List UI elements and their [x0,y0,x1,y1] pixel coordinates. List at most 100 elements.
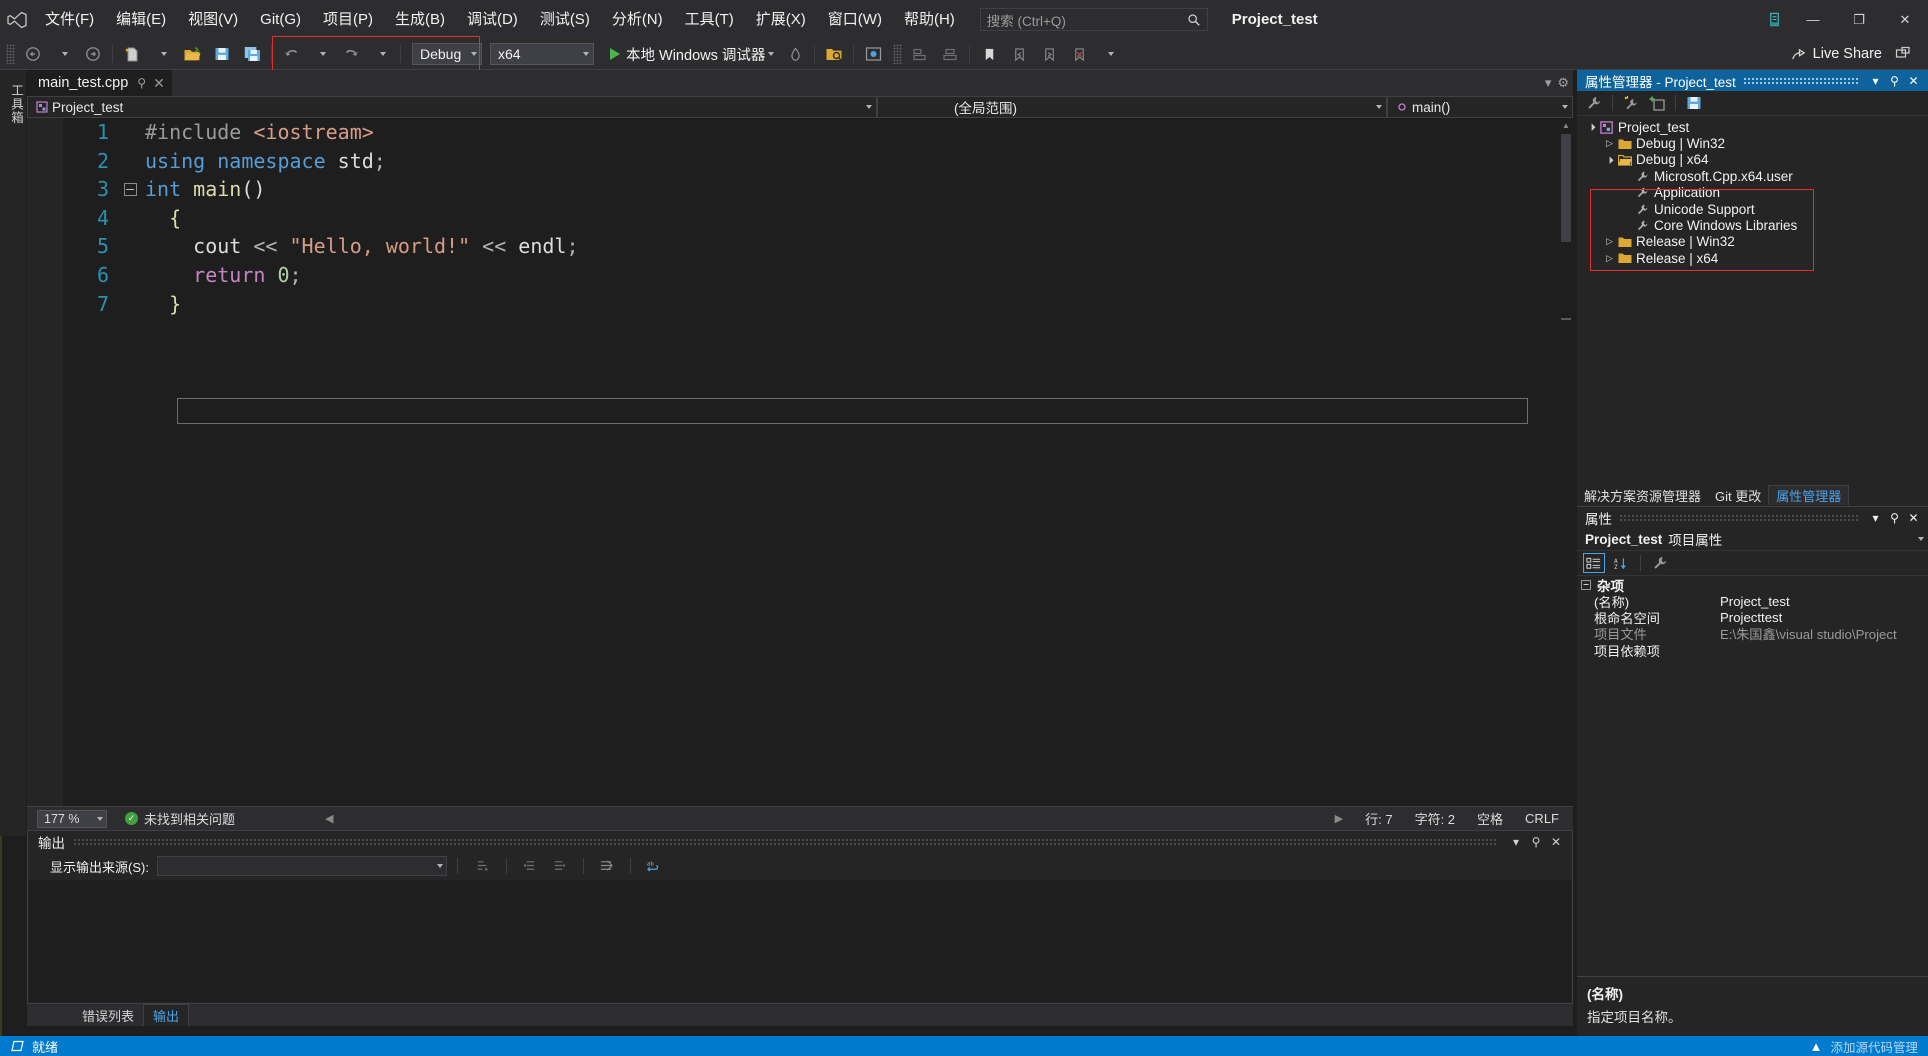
previous-bookmark-icon[interactable] [1004,42,1034,66]
chevron-collapsed-icon[interactable]: ▷ [1603,253,1616,264]
chevron-collapsed-icon[interactable]: ▷ [1603,138,1616,149]
chevron-expanded-icon[interactable]: ◢ [1602,153,1617,168]
menu-item-analyze[interactable]: 分析(N) [601,6,674,34]
properties-close-icon[interactable]: ✕ [1904,511,1923,525]
property-row[interactable]: 项目文件 E:\朱国鑫\visual studio\Project [1577,626,1928,642]
maximize-button[interactable]: ❐ [1836,0,1882,39]
code-line[interactable]: 6 return 0; [27,261,579,290]
menu-item-git[interactable]: Git(G) [249,6,312,34]
solution-platform-combo[interactable]: x64 [490,43,594,65]
menu-item-extensions[interactable]: 扩展(X) [745,6,817,34]
collapse-minus-icon[interactable]: – [123,182,137,196]
output-source-combo[interactable] [156,856,447,876]
tree-item[interactable]: ◢ Project_test [1577,119,1928,135]
close-button[interactable]: ✕ [1882,0,1928,39]
feedback-icon[interactable] [1758,0,1790,39]
live-share-button[interactable]: Live Share [1785,42,1888,66]
notification-icon[interactable] [1888,42,1918,66]
property-value[interactable]: E:\朱国鑫\visual studio\Project [1715,624,1928,643]
output-dropdown-icon[interactable]: ▾ [1506,835,1526,849]
code-line[interactable]: 7 } [27,290,579,319]
indentation-indicator[interactable]: 空格 [1477,809,1503,828]
previous-message-icon[interactable] [515,854,545,878]
code-line[interactable]: 2 using namespace std; [27,147,579,176]
menu-item-help[interactable]: 帮助(H) [893,6,966,34]
scroll-up-icon[interactable]: ▲ [1559,118,1573,132]
tree-item[interactable]: ▷ Release | x64 [1577,250,1928,266]
toggle-word-wrap-icon[interactable]: ab [639,854,669,878]
property-row[interactable]: (名称) Project_test [1577,593,1928,610]
toolbar-grip[interactable] [6,44,15,64]
wrench-icon[interactable] [1582,92,1606,114]
property-value[interactable]: Projecttest [1715,610,1928,625]
tab-git-changes[interactable]: Git 更改 [1708,486,1768,505]
tab-list-dropdown-icon[interactable]: ▾ [1545,75,1552,91]
editor-vertical-scrollbar[interactable]: ▲ ▼ [1559,118,1573,816]
property-value[interactable]: Project_test [1715,594,1928,609]
property-manager-dropdown-icon[interactable]: ▾ [1866,74,1885,88]
alphabetical-view-icon[interactable]: A Z [1609,552,1633,574]
code-editor[interactable]: 1 #include <iostream> 2 using namespace std… [27,118,1573,816]
tab-output[interactable]: 输出 [143,1004,190,1026]
output-close-icon[interactable]: ✕ [1546,835,1566,849]
output-pin-icon[interactable]: ⚲ [1526,835,1546,849]
chevron-collapsed-icon[interactable]: ▷ [1603,236,1616,247]
tree-item[interactable]: ▷ Release | Win32 [1577,234,1928,250]
scrollbar-thumb[interactable] [1561,134,1571,242]
source-control-up-icon[interactable]: ▲ [1810,1039,1823,1054]
tree-item[interactable]: ◢ Debug | x64 [1577,152,1928,168]
clear-all-icon[interactable] [592,854,622,878]
problems-next-icon[interactable]: ▶ [1335,812,1343,825]
navbar-scope-combo[interactable]: (全局范围) [877,96,1387,118]
menu-item-file[interactable]: 文件(F) [34,6,105,34]
undo-icon[interactable] [276,42,306,66]
drag-dots[interactable] [73,838,1498,846]
save-all-icon[interactable] [237,42,267,66]
add-new-property-sheet-icon[interactable] [1645,92,1669,114]
pin-icon[interactable]: ⚲ [137,76,146,90]
properties-pin-icon[interactable]: ⚲ [1885,511,1904,525]
add-existing-property-sheet-icon[interactable] [1619,92,1643,114]
properties-dropdown-icon[interactable]: ▾ [1866,511,1885,525]
property-manager-tree[interactable]: ◢ Project_test ▷ Debug | Win32 ◢ Debug | x64 M… [1577,116,1928,267]
tree-item[interactable]: Unicode Support [1577,201,1928,217]
undo-dropdown[interactable] [306,42,336,66]
code-line[interactable]: 4 { [27,204,579,233]
navigate-forward-icon[interactable] [78,42,108,66]
menu-item-test[interactable]: 测试(S) [529,6,601,34]
categorized-view-icon[interactable] [1582,552,1606,574]
zoom-level-combo[interactable]: 177 % [37,809,107,828]
open-folder-icon[interactable] [177,42,207,66]
properties-grid[interactable]: – 杂项 (名称) Project_test 根命名空间 Projecttest 项目文件 E… [1577,576,1928,659]
chevron-expanded-icon[interactable]: ◢ [1584,120,1599,135]
new-item-dropdown[interactable] [147,42,177,66]
save-icon[interactable] [207,42,237,66]
menu-item-project[interactable]: 项目(P) [312,6,384,34]
document-tab-main-test-cpp[interactable]: main_test.cpp ⚲ ✕ [27,69,172,96]
menu-item-tools[interactable]: 工具(T) [674,6,745,34]
redo-icon[interactable] [336,42,366,66]
drag-dots[interactable] [1742,76,1859,85]
property-manager-pin-icon[interactable]: ⚲ [1885,74,1904,88]
start-debugging-button[interactable]: 本地 Windows 调试器 [604,42,780,66]
toolbox-tab[interactable]: 工具箱 [2,78,28,131]
next-message-icon[interactable] [545,854,575,878]
code-line[interactable]: 1 #include <iostream> [27,118,579,147]
drag-dots[interactable] [1619,513,1859,522]
menu-item-build[interactable]: 生成(B) [384,6,456,34]
solution-explorer-search-icon[interactable] [819,42,849,66]
next-bookmark-icon[interactable] [1034,42,1064,66]
navbar-project-combo[interactable]: Project_test [27,96,877,118]
problems-indicator[interactable]: ✓ 未找到相关问题 [125,809,235,828]
align-lefts-icon[interactable] [905,42,935,66]
search-input[interactable]: 搜索 (Ctrl+Q) [979,8,1208,31]
new-item-icon[interactable] [117,42,147,66]
menu-item-edit[interactable]: 编辑(E) [105,6,177,34]
source-control-label[interactable]: 添加源代码管理 [1830,1037,1918,1056]
close-icon[interactable]: ✕ [153,75,165,92]
tab-error-list[interactable]: 错误列表 [73,1005,143,1026]
menu-item-debug[interactable]: 调试(D) [456,6,529,34]
toolbar-overflow-icon[interactable] [1094,42,1124,66]
properties-object-combo[interactable]: Project_test 项目属性 [1577,528,1928,551]
tree-item[interactable]: Core Windows Libraries [1577,217,1928,233]
